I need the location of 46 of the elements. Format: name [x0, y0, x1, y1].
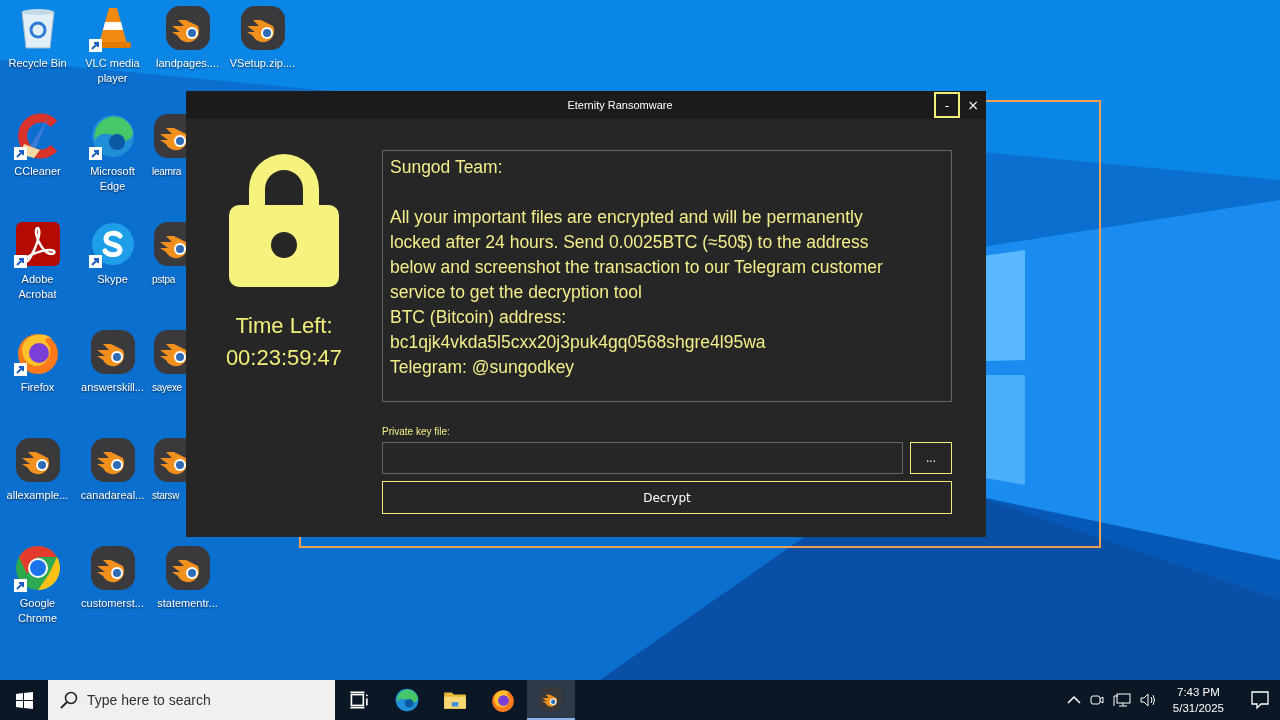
- blender-icon: [538, 686, 564, 712]
- decrypt-button[interactable]: Decrypt: [382, 481, 952, 514]
- search-field[interactable]: Type here to search: [48, 680, 335, 720]
- desktop-icon-label[interactable]: sayexe: [152, 380, 182, 395]
- desktop-icon-label[interactable]: learnra: [152, 164, 182, 179]
- desktop-icon-label[interactable]: Skype: [97, 272, 128, 287]
- field-label: Private key file:: [382, 426, 451, 437]
- desktop-icon-label[interactable]: Recycle Bin: [8, 56, 67, 71]
- desktop-icon-label[interactable]: pstpa: [152, 272, 175, 287]
- search-icon: [60, 691, 78, 709]
- clock-date: 5/31/2025: [1172, 701, 1224, 716]
- camera-icon[interactable]: [1088, 692, 1105, 708]
- desktop-icon-label[interactable]: customerst...: [81, 596, 144, 611]
- timer-label: Time Left:: [235, 313, 333, 339]
- countdown-timer: 00:23:59:47: [225, 345, 343, 371]
- windows-logo-icon: [15, 691, 33, 709]
- volume-icon[interactable]: [1138, 692, 1157, 708]
- desktop-icon-label[interactable]: VLC media player: [76, 56, 149, 86]
- note-line: Telegram: @sungodkey: [390, 356, 576, 379]
- close-button[interactable]: ×: [960, 92, 986, 118]
- desktop-icon-label[interactable]: landpages....: [156, 56, 219, 71]
- desktop-icon-label[interactable]: CCleaner: [14, 164, 61, 179]
- chevron-up-icon[interactable]: [1066, 695, 1081, 705]
- clock-time: 7:43 PM: [1177, 685, 1220, 700]
- desktop-icon-label[interactable]: Microsoft Edge: [76, 164, 149, 194]
- window-title: Eternity Ransomware: [566, 99, 674, 111]
- desktop-icon-label[interactable]: statementr...: [157, 596, 218, 611]
- browse-button[interactable]: ...: [910, 442, 952, 474]
- note-line: BTC (Bitcoin) address:: [390, 306, 568, 329]
- network-icon[interactable]: [1112, 692, 1131, 708]
- clock[interactable]: 7:43 PM 5/31/2025: [1164, 684, 1232, 716]
- input-field[interactable]: [382, 442, 903, 474]
- desktop-icon-label[interactable]: Firefox: [20, 380, 55, 395]
- firefox-icon: [490, 687, 516, 713]
- desktop-icon-label[interactable]: VSetup.zip....: [229, 56, 296, 71]
- desktop-icon-label[interactable]: Google Chrome: [1, 596, 74, 626]
- minimize-button[interactable]: -: [934, 92, 960, 118]
- note-paragraph: All your important files are encrypted and will be permanently locked after 24 hours. Send 0.0025BTC (≈50$) to the address below and screenshot the transaction to our Telegram customer service to get the decryption tool: [390, 206, 884, 304]
- desktop-icon-label[interactable]: canadareal...: [80, 488, 145, 503]
- desktop-icon-label[interactable]: allexample...: [6, 488, 69, 503]
- edge-icon: [394, 687, 420, 713]
- note-greeting: Sungod Team:: [390, 156, 504, 179]
- note-line: bc1qjk4vkda5l5cxx20j3puk4gq0568shgre4l95wa: [390, 331, 767, 354]
- desktop-icon-label[interactable]: answerskill...: [81, 380, 144, 395]
- desktop-icon-label[interactable]: Adobe Acrobat: [1, 272, 74, 302]
- desktop-icon-label[interactable]: starsw: [152, 488, 180, 503]
